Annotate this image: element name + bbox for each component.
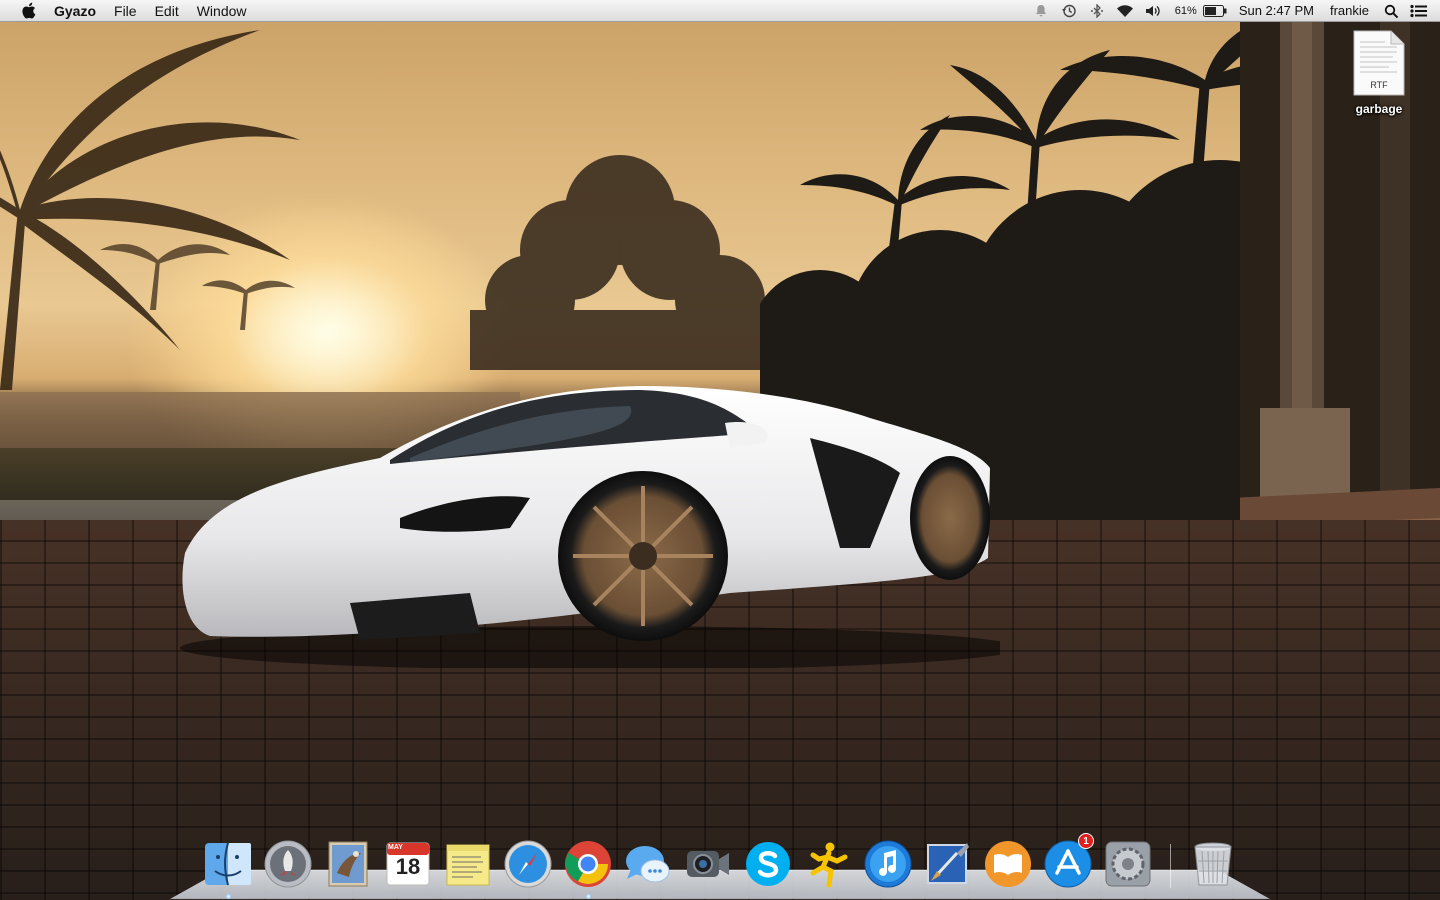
dock-item-ibooks[interactable] (980, 836, 1036, 892)
file-name-label: garbage (1355, 102, 1403, 116)
system-preferences-icon (1105, 841, 1151, 887)
menu-bar-status-area: 61% Sun 2:47 PM frankie (1027, 0, 1440, 22)
tree-silhouette-middle (470, 155, 800, 370)
dock-item-aim[interactable] (800, 836, 856, 892)
menu-user-name[interactable]: frankie (1322, 0, 1377, 22)
dock-item-xcode[interactable] (920, 836, 976, 892)
calendar-month-label: MAY (388, 844, 403, 851)
messages-icon (626, 846, 670, 883)
menu-window[interactable]: Window (188, 0, 256, 22)
notification-center-icon[interactable] (1030, 0, 1052, 22)
dock-item-calendar[interactable]: MAY 18 (380, 836, 436, 892)
desktop[interactable]: RTF garbage Gyazo File Edit Window 61% S… (0, 0, 1440, 900)
menu-clock[interactable]: Sun 2:47 PM (1231, 0, 1322, 22)
dock-item-itunes[interactable] (860, 836, 916, 892)
dock-item-system-preferences[interactable] (1100, 836, 1156, 892)
palm-tree-left (0, 30, 300, 390)
aim-running-man-icon (810, 841, 848, 888)
menu-file[interactable]: File (105, 0, 146, 22)
white-sports-car (180, 386, 1000, 668)
spotlight-search-icon[interactable] (1380, 0, 1402, 22)
dock-item-trash[interactable] (1185, 836, 1241, 892)
ibooks-icon (985, 841, 1031, 887)
dock-item-skype[interactable] (740, 836, 796, 892)
dock-item-facetime[interactable] (680, 836, 736, 892)
safari-icon (504, 840, 552, 888)
battery-icon[interactable] (1202, 0, 1228, 22)
calendar-day-label: 18 (395, 854, 421, 879)
skype-icon (746, 842, 790, 886)
bluetooth-icon[interactable] (1086, 0, 1108, 22)
dock-item-mail[interactable] (320, 836, 376, 892)
dock-item-finder[interactable] (200, 836, 256, 899)
finder-icon (205, 842, 251, 886)
battery-percent[interactable]: 61% (1167, 0, 1199, 22)
time-machine-icon[interactable] (1058, 0, 1080, 22)
dock-item-launchpad[interactable] (260, 836, 316, 892)
apple-icon[interactable] (18, 2, 38, 19)
dock-item-stickies[interactable] (440, 836, 496, 892)
launchpad-icon (264, 840, 312, 888)
desktop-file-garbage[interactable]: RTF garbage (1340, 30, 1418, 116)
menu-edit[interactable]: Edit (146, 0, 188, 22)
notification-list-icon[interactable] (1408, 0, 1430, 22)
running-indicator (586, 894, 591, 899)
trash-icon (1194, 842, 1232, 886)
wifi-icon[interactable] (1114, 0, 1136, 22)
notification-badge: 1 (1078, 833, 1094, 849)
rtf-document-icon[interactable]: RTF (1353, 30, 1405, 96)
xcode-icon (927, 843, 969, 884)
mail-icon (328, 841, 368, 887)
dock-item-messages[interactable] (620, 836, 676, 892)
menu-app-name[interactable]: Gyazo (52, 0, 105, 22)
volume-icon[interactable] (1142, 0, 1164, 22)
dock: MAY 18 1 (198, 826, 1243, 899)
menu-bar: Gyazo File Edit Window 61% Sun 2:47 PM f… (0, 0, 1440, 22)
running-indicator (226, 894, 231, 899)
dock-separator (1170, 844, 1171, 888)
facetime-icon (687, 851, 729, 877)
stickies-icon (446, 844, 490, 886)
itunes-icon (864, 840, 912, 888)
dock-item-safari[interactable] (500, 836, 556, 892)
dock-item-app-store[interactable]: 1 (1040, 833, 1096, 892)
file-type-label: RTF (1370, 80, 1388, 90)
dock-item-chrome[interactable] (560, 836, 616, 899)
chrome-icon (565, 841, 611, 887)
